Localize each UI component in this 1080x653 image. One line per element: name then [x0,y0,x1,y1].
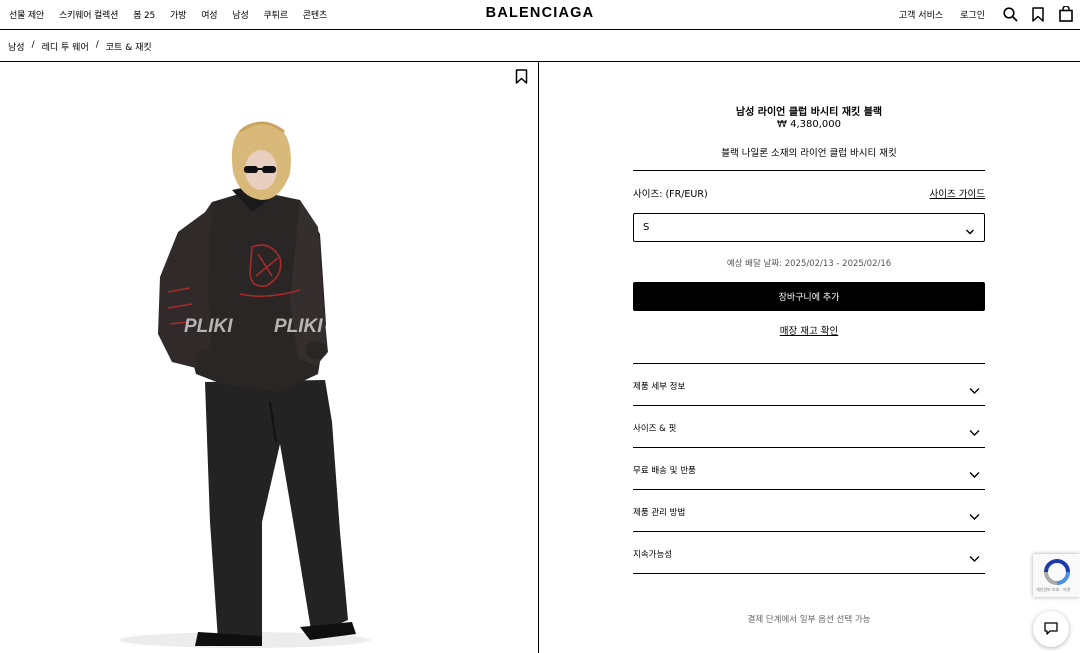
watermark: PLIKI [274,316,323,337]
bookmark-icon[interactable] [1030,5,1046,23]
customer-service-link[interactable]: 고객 서비스 [899,8,943,21]
accordion-label: 사이즈 & 핏 [633,424,677,434]
store-stock-link-wrap: 매장 재고 확인 [633,323,985,337]
breadcrumb-coats-jackets[interactable]: 코트 & 재킷 [106,40,152,53]
accordion-size-fit[interactable]: 사이즈 & 핏 [633,405,985,447]
accordion-shipping-returns[interactable]: 무료 배송 및 반품 [633,447,985,489]
breadcrumb-ready-to-wear[interactable]: 레디 투 웨어 [42,40,89,53]
breadcrumb-separator: / [31,40,35,50]
delivery-estimate: 예상 배달 날짜: 2025/02/13 - 2025/02/16 [726,259,892,269]
size-select-value: S [643,222,650,233]
shopping-bag-icon[interactable] [1058,5,1074,23]
recaptcha-badge[interactable]: 개인정보 보호 · 약관 [1033,554,1080,597]
chevron-down-icon [969,548,980,567]
divider [633,170,985,171]
recaptcha-icon [1044,559,1070,585]
size-select[interactable]: S [633,213,985,242]
size-label: 사이즈: (FR/EUR) [633,189,708,200]
product-image-panel[interactable]: PLIKI PLIKI [0,62,539,653]
chevron-down-icon [969,422,980,441]
accordion-product-details[interactable]: 제품 세부 정보 [633,363,985,405]
payment-note: 결제 단계에서 일부 옵션 선택 가능 [747,615,871,625]
accordion-label: 제품 세부 정보 [633,382,686,392]
site-header: 선물 제안 스키웨어 컬렉션 봄 25 가방 여성 남성 쿠튀르 콘텐츠 BAL… [0,0,1080,30]
watermark: PLIKI [184,316,233,337]
breadcrumb: 남성 / 레디 투 웨어 / 코트 & 재킷 [8,40,152,53]
product-title: 남성 라이언 클럽 바시티 재킷 블랙 [735,107,883,118]
chevron-down-icon [965,222,975,241]
accordion-care[interactable]: 제품 관리 방법 [633,489,985,531]
chevron-down-icon [969,380,980,399]
product-description: 블랙 나일론 소재의 라이언 클럽 바시티 재킷 [721,148,897,159]
product-accordion: 제품 세부 정보 사이즈 & 핏 무료 배송 및 반품 제품 관리 방법 지속가… [633,363,985,574]
product-photo [120,121,370,648]
size-guide-link[interactable]: 사이즈 가이드 [930,186,985,200]
chat-icon [1044,620,1058,639]
login-link[interactable]: 로그인 [960,8,985,21]
accordion-sustainability[interactable]: 지속가능성 [633,531,985,574]
accordion-label: 제품 관리 방법 [633,508,686,518]
breadcrumb-men[interactable]: 남성 [8,40,25,53]
breadcrumb-separator: / [95,40,99,50]
chevron-down-icon [969,506,980,525]
search-icon[interactable] [1002,5,1018,23]
recaptcha-caption[interactable]: 개인정보 보호 · 약관 [1036,587,1071,593]
account-nav: 고객 서비스 로그인 [899,5,1074,23]
add-to-cart-button[interactable]: 장바구니에 추가 [633,282,985,311]
wishlist-bookmark-icon[interactable] [515,69,528,88]
accordion-label: 무료 배송 및 반품 [633,466,696,476]
product-price: ₩ 4,380,000 [777,119,841,130]
accordion-label: 지속가능성 [633,550,673,560]
chat-button[interactable] [1033,611,1069,647]
chevron-down-icon [969,464,980,483]
store-stock-link[interactable]: 매장 재고 확인 [780,326,838,337]
